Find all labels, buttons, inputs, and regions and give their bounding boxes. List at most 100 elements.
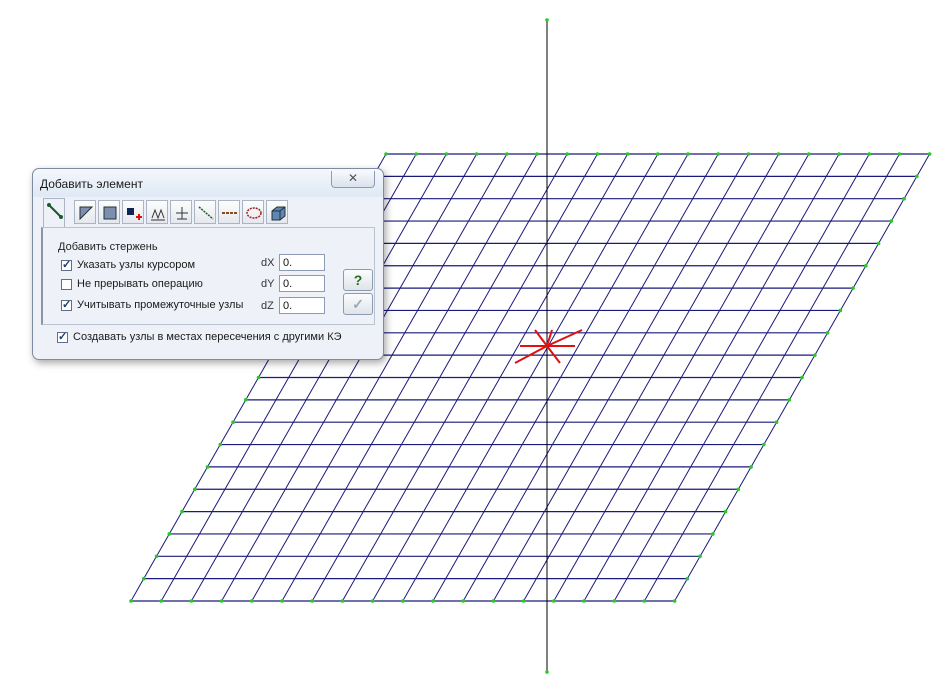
mesh-column-line [860, 198, 875, 222]
mesh-column-line [388, 444, 402, 468]
mesh-column-line [539, 444, 553, 468]
mesh-column-line [679, 198, 694, 222]
mesh-node [723, 509, 728, 514]
mesh-column-line [547, 377, 561, 401]
mesh-column-line [682, 511, 696, 535]
mesh-column-line [439, 354, 453, 378]
mesh-column-line [801, 354, 816, 378]
mesh-column-line [520, 265, 535, 289]
mesh-column-line [447, 287, 461, 311]
mesh-column-line [817, 220, 832, 244]
mesh-node [491, 599, 496, 603]
mesh-column-line [564, 399, 579, 423]
mesh-column-line [727, 220, 741, 244]
mesh-column-line [684, 243, 698, 266]
tab-chain-element[interactable] [218, 200, 240, 224]
node-add-icon [127, 208, 142, 220]
dz-field[interactable]: 0. [279, 297, 325, 314]
mesh-column-line [642, 421, 657, 445]
mesh-column-line [765, 153, 780, 177]
tab-quad-element[interactable] [98, 200, 120, 224]
mesh-column-line [782, 176, 797, 199]
mesh-column-line [795, 153, 810, 177]
mesh-column-line [750, 444, 765, 468]
dialog-titlebar[interactable]: Добавить элемент ✕ [33, 169, 383, 197]
mesh-node [716, 152, 720, 156]
mesh-node [401, 599, 405, 603]
mesh-column-line [267, 444, 282, 468]
mesh-column-line [341, 578, 356, 602]
mesh-column-line [566, 556, 580, 579]
mesh-column-line [553, 578, 567, 602]
mesh-column-line [619, 198, 633, 222]
mesh-column-line [744, 243, 759, 266]
checkbox-continuous[interactable] [61, 279, 72, 290]
checkbox-create-intersection-nodes[interactable] [57, 330, 68, 343]
mesh-node [535, 152, 539, 156]
mesh-column-line [461, 421, 476, 445]
tab-rigid-link[interactable] [170, 200, 192, 224]
tab-bar-element[interactable] [43, 198, 65, 228]
close-button[interactable]: ✕ [331, 171, 375, 188]
mesh-column-line [698, 377, 712, 401]
tab-diagonal-bar[interactable] [194, 200, 216, 224]
apply-button[interactable]: ✓ [343, 293, 373, 315]
mesh-column-line [391, 332, 406, 356]
mesh-column-line [827, 310, 841, 334]
mesh-column-line [392, 489, 407, 512]
dy-field[interactable]: 0. [279, 275, 325, 292]
mesh-column-line [297, 444, 312, 468]
mesh-column-line [523, 153, 538, 177]
mesh-node [686, 152, 690, 156]
mesh-column-line [813, 176, 827, 199]
mesh-node [838, 308, 843, 313]
tab-solid-element[interactable] [266, 200, 288, 224]
mesh-column-line [662, 176, 676, 199]
mesh-column-line [384, 556, 399, 579]
mesh-column-line [525, 310, 539, 334]
mesh-column-line [555, 310, 569, 334]
mesh-column-line [335, 377, 350, 401]
mesh-column-line [580, 265, 595, 289]
mesh-node [231, 420, 235, 425]
mesh-column-line [641, 265, 655, 289]
mesh-column-line [507, 287, 522, 311]
mesh-column-line [456, 377, 471, 401]
mesh-column-line [275, 377, 290, 401]
tab-triangle-element[interactable] [74, 200, 96, 224]
mesh-column-line [628, 287, 643, 311]
mesh-node [129, 599, 133, 603]
mesh-column-line [685, 399, 700, 423]
mesh-column-line [531, 511, 545, 535]
tab-spring-element[interactable] [146, 200, 168, 224]
mesh-node [864, 263, 868, 268]
mesh-column-line [382, 243, 396, 266]
mesh-column-line [310, 421, 325, 445]
mesh-column-line [574, 489, 588, 512]
mesh-column-line [703, 421, 717, 445]
mesh-column-line [534, 399, 549, 423]
mesh-column-line [452, 332, 466, 356]
checkbox-intermediate-nodes[interactable] [61, 298, 72, 311]
checkbox-pick-nodes[interactable] [61, 258, 72, 271]
mesh-column-line [246, 533, 261, 557]
mesh-node [521, 599, 526, 603]
help-button[interactable]: ? [343, 269, 373, 291]
mesh-node [180, 509, 184, 514]
tab-node-add[interactable] [122, 200, 144, 224]
mesh-column-line [494, 310, 509, 334]
mesh-column-line [281, 578, 296, 602]
mesh-column-line [571, 176, 586, 199]
dx-field[interactable]: 0. [279, 254, 325, 271]
mesh-column-line [664, 489, 679, 512]
mesh-column-line [620, 354, 635, 378]
mesh-node [774, 420, 779, 425]
mesh-column-line [294, 556, 308, 579]
mesh-column-line [511, 176, 525, 199]
mesh-column-line [405, 466, 420, 490]
mesh-column-line [264, 556, 278, 579]
tab-ellipse-element[interactable] [242, 200, 264, 224]
mesh-node [656, 152, 660, 156]
mesh-column-line [805, 243, 819, 266]
mesh-column-line [674, 153, 689, 177]
